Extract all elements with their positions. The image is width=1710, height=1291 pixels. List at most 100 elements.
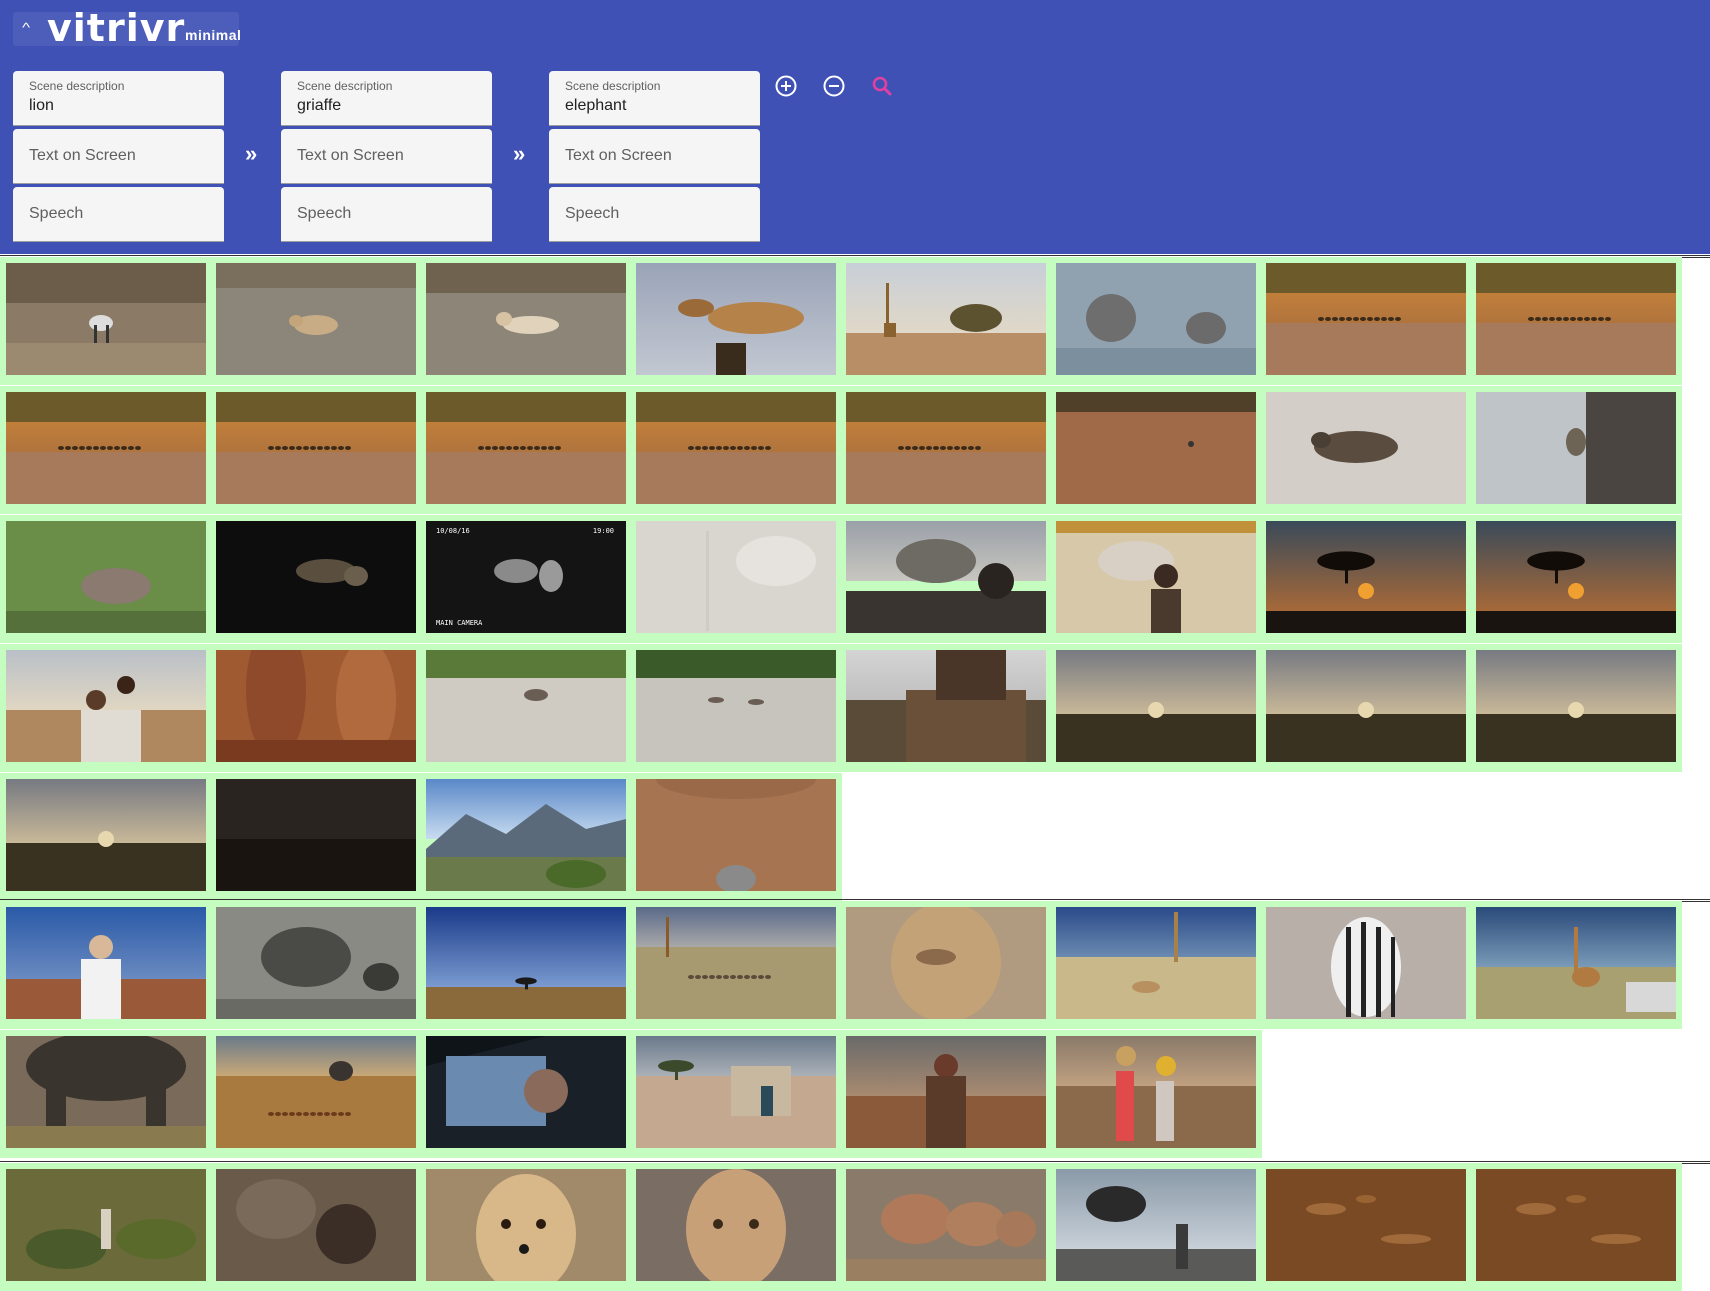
logo-bar[interactable]: ^ vitrivr minimal	[13, 6, 241, 50]
result-thumbnail-giraffe-closeup[interactable]	[636, 263, 836, 375]
add-circle-icon[interactable]	[774, 74, 798, 98]
thumbnail-image	[636, 1169, 836, 1281]
result-thumbnail-hyena-sand[interactable]	[1266, 392, 1466, 504]
result-row	[0, 901, 1682, 1029]
text-on-screen-field[interactable]: Text on Screen	[549, 129, 760, 184]
thumbnail-image	[1476, 650, 1676, 762]
thumbnail-image	[1056, 263, 1256, 375]
result-thumbnail-cloudy-savanna[interactable]	[1266, 650, 1466, 762]
thumbnail-image	[1476, 907, 1676, 1019]
result-thumbnail-hippo-river-wide[interactable]	[636, 650, 836, 762]
result-thumbnail-antelope-elephant[interactable]	[216, 1036, 416, 1148]
result-thumbnail-mountain-landscape[interactable]	[426, 779, 626, 891]
result-row	[0, 644, 1682, 772]
thumbnail-image	[426, 907, 626, 1019]
result-thumbnail-savanna-herds[interactable]	[636, 907, 836, 1019]
result-thumbnail-giraffe-tree[interactable]	[846, 263, 1046, 375]
result-thumbnail-women-water-jugs[interactable]	[1056, 1036, 1256, 1148]
result-thumbnail-elephant-people[interactable]	[846, 521, 1046, 633]
result-thumbnail-giraffe-lion[interactable]	[1056, 907, 1256, 1019]
result-thumbnail-feet-closeup[interactable]	[216, 650, 416, 762]
result-thumbnail-elephant-airlift[interactable]	[1056, 1169, 1256, 1281]
thumbnail-image	[846, 392, 1046, 504]
logo: vitrivr	[47, 6, 186, 50]
result-thumbnail-cheetah-face[interactable]	[426, 1169, 626, 1281]
thumbnail-image	[426, 521, 626, 633]
result-thumbnail-dirt-ground[interactable]	[636, 779, 836, 891]
result-thumbnail-savanna-zebra[interactable]	[6, 263, 206, 375]
result-thumbnail-rock-art[interactable]	[1266, 1169, 1466, 1281]
result-thumbnail-night-animals[interactable]	[216, 521, 416, 633]
result-thumbnail-dusty-herd[interactable]	[1266, 263, 1466, 375]
result-thumbnail-giraffe-road[interactable]	[1476, 907, 1676, 1019]
field-value[interactable]: elephant	[565, 97, 626, 115]
result-thumbnail-night-lion-cam[interactable]: 10/08/16 19:00 MAIN CAMERA	[426, 521, 626, 633]
field-value[interactable]: lion	[29, 97, 54, 115]
result-row	[0, 1163, 1682, 1291]
result-thumbnail-elephant-skin[interactable]	[216, 1169, 416, 1281]
result-thumbnail-lioness-resting[interactable]	[216, 263, 416, 375]
thumbnail-image	[1056, 392, 1256, 504]
result-thumbnail-dry-plain[interactable]	[1056, 392, 1256, 504]
thumbnail-image	[216, 1036, 416, 1148]
thumbnail-image	[426, 1169, 626, 1281]
result-thumbnail-dusty-herd[interactable]	[6, 392, 206, 504]
thumbnail-image	[6, 392, 206, 504]
result-thumbnail-dusty-herd[interactable]	[846, 392, 1046, 504]
result-thumbnail-elephant-legs[interactable]	[6, 1036, 206, 1148]
result-thumbnail-elephant-statue-woman[interactable]	[1056, 521, 1256, 633]
result-thumbnail-blue-sky-plain[interactable]	[426, 907, 626, 1019]
thumbnail-image	[636, 779, 836, 891]
result-thumbnail-lioness-face[interactable]	[636, 1169, 836, 1281]
speech-field[interactable]: Speech	[549, 187, 760, 242]
thumbnail-image	[1056, 1036, 1256, 1148]
result-thumbnail-lion-face[interactable]	[846, 907, 1046, 1019]
result-thumbnail-meerkat-grass[interactable]	[6, 1169, 206, 1281]
speech-field[interactable]: Speech	[281, 187, 492, 242]
chevron-up-icon[interactable]: ^	[22, 20, 30, 35]
thumbnail-image	[1056, 521, 1256, 633]
text-on-screen-field[interactable]: Text on Screen	[281, 129, 492, 184]
result-thumbnail-cloudy-savanna[interactable]	[1476, 650, 1676, 762]
remove-circle-icon[interactable]	[822, 74, 846, 98]
result-thumbnail-wooden-walkway[interactable]	[846, 650, 1046, 762]
result-thumbnail-himba-woman[interactable]	[846, 1036, 1046, 1148]
result-thumbnail-elephant-group[interactable]	[846, 1169, 1046, 1281]
text-on-screen-field[interactable]: Text on Screen	[13, 129, 224, 184]
result-thumbnail-woman-blue-sky[interactable]	[6, 907, 206, 1019]
result-thumbnail-elephant-mud[interactable]	[6, 521, 206, 633]
result-thumbnail-elephants-water[interactable]	[1056, 263, 1256, 375]
result-thumbnail-dusty-herd[interactable]	[636, 392, 836, 504]
thumbnail-image	[636, 521, 836, 633]
result-thumbnail-cloudy-savanna[interactable]	[1056, 650, 1256, 762]
scene-description-field[interactable]: Scene description griaffe	[281, 71, 492, 126]
thumbnail-image	[6, 779, 206, 891]
camera-date-label: 10/08/16	[436, 527, 470, 535]
result-thumbnail-village-building[interactable]	[636, 1036, 836, 1148]
result-thumbnail-sunset-tree[interactable]	[1266, 521, 1466, 633]
field-value[interactable]: griaffe	[297, 97, 341, 115]
result-thumbnail-dusty-herd[interactable]	[1476, 263, 1676, 375]
result-thumbnail-lioness-lying[interactable]	[426, 263, 626, 375]
result-thumbnail-zebra-closeup[interactable]	[1266, 907, 1466, 1019]
result-thumbnail-family-savanna[interactable]	[6, 650, 206, 762]
thumbnail-image	[1476, 1169, 1676, 1281]
scene-description-field[interactable]: Scene description elephant	[549, 71, 760, 126]
speech-field[interactable]: Speech	[13, 187, 224, 242]
result-thumbnail-elephant-calf[interactable]	[216, 907, 416, 1019]
result-thumbnail-rock-art[interactable]	[1476, 1169, 1676, 1281]
result-thumbnail-baboon-tree[interactable]	[1476, 392, 1676, 504]
result-thumbnail-sunset-tree[interactable]	[1476, 521, 1676, 633]
result-thumbnail-dusty-herd[interactable]	[216, 392, 416, 504]
search-icon[interactable]	[870, 74, 894, 98]
result-thumbnail-car-driver[interactable]	[426, 1036, 626, 1148]
result-thumbnail-dark-savanna[interactable]	[216, 779, 416, 891]
thumbnail-image	[6, 650, 206, 762]
result-thumbnail-hippo-river[interactable]	[426, 650, 626, 762]
scene-description-field[interactable]: Scene description lion	[13, 71, 224, 126]
result-row	[0, 773, 842, 901]
result-thumbnail-cloudy-savanna[interactable]	[6, 779, 206, 891]
field-placeholder: Text on Screen	[565, 147, 672, 164]
result-thumbnail-elephant-statue-faded[interactable]	[636, 521, 836, 633]
result-thumbnail-dusty-herd[interactable]	[426, 392, 626, 504]
